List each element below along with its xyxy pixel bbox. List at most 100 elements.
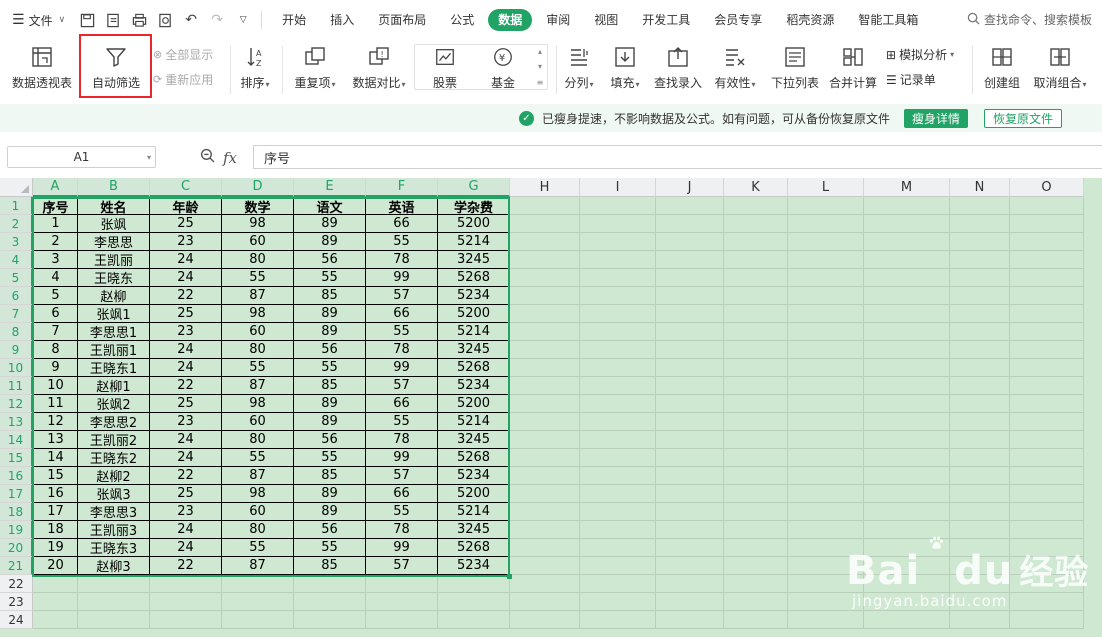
empty-cell[interactable] [580, 557, 656, 575]
empty-cell[interactable] [656, 575, 724, 593]
row-header[interactable]: 24 [0, 611, 33, 629]
empty-cell[interactable] [724, 413, 788, 431]
empty-cell[interactable] [724, 395, 788, 413]
table-cell[interactable]: 60 [222, 323, 294, 341]
empty-cell[interactable] [950, 305, 1010, 323]
empty-cell[interactable] [366, 611, 438, 629]
table-cell[interactable]: 24 [150, 431, 222, 449]
empty-cell[interactable] [788, 431, 864, 449]
table-cell[interactable]: 55 [294, 449, 366, 467]
empty-cell[interactable] [510, 287, 580, 305]
tab-smart-toolbox[interactable]: 智能工具箱 [848, 9, 928, 31]
empty-cell[interactable] [788, 449, 864, 467]
reapply-button[interactable]: ⟳ 重新应用 [153, 71, 213, 88]
table-cell[interactable]: 87 [222, 377, 294, 395]
row-header[interactable]: 13 [0, 413, 33, 431]
table-cell[interactable]: 王晓东2 [78, 449, 150, 467]
empty-cell[interactable] [33, 611, 78, 629]
empty-cell[interactable] [510, 467, 580, 485]
table-cell[interactable]: 24 [150, 521, 222, 539]
table-cell[interactable]: 9 [33, 359, 78, 377]
row-header[interactable]: 18 [0, 503, 33, 521]
empty-cell[interactable] [724, 305, 788, 323]
chevron-down-icon[interactable]: ▾ [538, 62, 542, 71]
empty-cell[interactable] [864, 449, 950, 467]
table-cell[interactable]: 55 [294, 269, 366, 287]
table-cell[interactable]: 3245 [438, 521, 510, 539]
command-search[interactable]: 查找命令、搜索模板 [967, 11, 1092, 28]
empty-cell[interactable] [1010, 485, 1084, 503]
empty-cell[interactable] [510, 359, 580, 377]
column-header-l[interactable]: L [788, 178, 864, 197]
empty-cell[interactable] [724, 377, 788, 395]
table-cell[interactable]: 55 [222, 449, 294, 467]
table-cell[interactable]: 赵柳3 [78, 557, 150, 575]
empty-cell[interactable] [788, 485, 864, 503]
empty-cell[interactable] [864, 611, 950, 629]
table-cell[interactable]: 24 [150, 251, 222, 269]
empty-cell[interactable] [150, 593, 222, 611]
table-cell[interactable]: 张飒1 [78, 305, 150, 323]
table-cell[interactable]: 57 [366, 557, 438, 575]
empty-cell[interactable] [724, 575, 788, 593]
table-cell[interactable]: 1 [33, 215, 78, 233]
empty-cell[interactable] [510, 557, 580, 575]
table-cell[interactable]: 89 [294, 215, 366, 233]
empty-cell[interactable] [510, 251, 580, 269]
empty-cell[interactable] [580, 341, 656, 359]
table-cell[interactable]: 85 [294, 557, 366, 575]
table-cell[interactable]: 5214 [438, 503, 510, 521]
empty-cell[interactable] [656, 593, 724, 611]
chevron-up-icon[interactable]: ▴ [538, 47, 542, 56]
column-header-m[interactable]: M [864, 178, 950, 197]
table-cell[interactable]: 25 [150, 215, 222, 233]
empty-cell[interactable] [788, 233, 864, 251]
undo-icon[interactable]: ↶ [181, 10, 201, 30]
column-header-d[interactable]: D [222, 178, 294, 197]
table-cell[interactable]: 5200 [438, 395, 510, 413]
empty-cell[interactable] [656, 323, 724, 341]
table-cell[interactable]: 98 [222, 395, 294, 413]
empty-cell[interactable] [1010, 449, 1084, 467]
table-cell[interactable]: 16 [33, 485, 78, 503]
empty-cell[interactable] [788, 395, 864, 413]
empty-cell[interactable] [950, 449, 1010, 467]
row-header[interactable]: 8 [0, 323, 33, 341]
table-header-cell[interactable]: 学杂费 [438, 197, 510, 216]
table-cell[interactable]: 22 [150, 377, 222, 395]
table-cell[interactable]: 王凯丽1 [78, 341, 150, 359]
empty-cell[interactable] [580, 269, 656, 287]
table-cell[interactable]: 57 [366, 287, 438, 305]
empty-cell[interactable] [1010, 323, 1084, 341]
empty-cell[interactable] [656, 197, 724, 215]
empty-cell[interactable] [950, 413, 1010, 431]
table-cell[interactable]: 55 [366, 413, 438, 431]
empty-cell[interactable] [656, 503, 724, 521]
table-cell[interactable]: 王凯丽 [78, 251, 150, 269]
sort-button[interactable]: AZ 排序▾ [236, 40, 274, 100]
empty-cell[interactable] [580, 305, 656, 323]
table-cell[interactable]: 60 [222, 503, 294, 521]
empty-cell[interactable] [950, 287, 1010, 305]
table-cell[interactable]: 5200 [438, 215, 510, 233]
empty-cell[interactable] [1010, 521, 1084, 539]
table-cell[interactable]: 5268 [438, 539, 510, 557]
table-cell[interactable]: 王凯丽2 [78, 431, 150, 449]
chevron-down-icon[interactable]: ▾ [147, 153, 151, 162]
empty-cell[interactable] [294, 575, 366, 593]
tab-home[interactable]: 开始 [272, 9, 316, 31]
empty-cell[interactable] [510, 323, 580, 341]
table-cell[interactable]: 5214 [438, 233, 510, 251]
data-compare-button[interactable]: ! 数据对比▾ [348, 40, 410, 100]
empty-cell[interactable] [950, 359, 1010, 377]
column-header-i[interactable]: I [580, 178, 656, 197]
table-cell[interactable]: 王晓东3 [78, 539, 150, 557]
empty-cell[interactable] [656, 305, 724, 323]
empty-cell[interactable] [510, 575, 580, 593]
empty-cell[interactable] [788, 413, 864, 431]
table-cell[interactable]: 22 [150, 557, 222, 575]
row-header[interactable]: 1 [0, 197, 33, 215]
empty-cell[interactable] [1010, 305, 1084, 323]
empty-cell[interactable] [788, 359, 864, 377]
empty-cell[interactable] [950, 251, 1010, 269]
